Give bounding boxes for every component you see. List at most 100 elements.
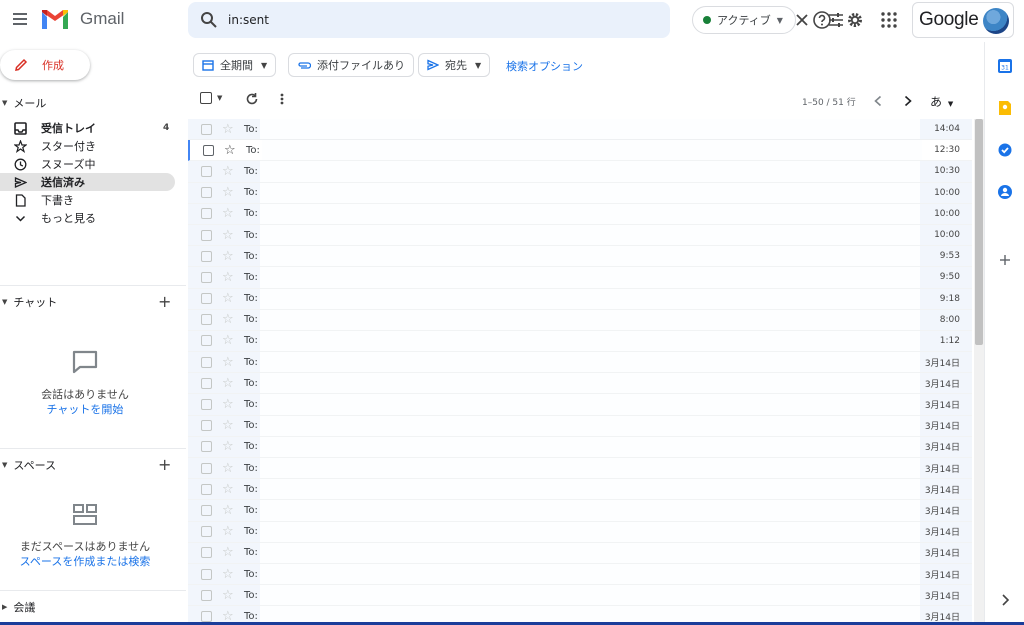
table-row[interactable]: ☆ To: 3月14日 xyxy=(188,373,972,395)
table-row[interactable]: ☆ To: 3月14日 xyxy=(188,521,972,543)
star-icon[interactable]: ☆ xyxy=(222,250,234,263)
settings-gear-icon[interactable] xyxy=(845,10,865,30)
advanced-search-link[interactable]: 検索オプション xyxy=(506,58,583,74)
star-icon[interactable]: ☆ xyxy=(222,313,234,326)
row-checkbox[interactable] xyxy=(201,526,212,538)
input-tools-selector[interactable]: あ ▼ xyxy=(930,93,953,110)
row-checkbox[interactable] xyxy=(201,314,212,326)
star-icon[interactable]: ☆ xyxy=(222,610,234,623)
table-row[interactable]: ☆ To: 3月14日 xyxy=(188,585,972,607)
row-checkbox[interactable] xyxy=(201,547,212,559)
row-checkbox[interactable] xyxy=(201,483,212,495)
add-space-icon[interactable]: + xyxy=(158,455,171,474)
table-row[interactable]: ☆ To: 3月14日 xyxy=(188,415,972,437)
star-icon[interactable]: ☆ xyxy=(222,271,234,284)
table-row[interactable]: ☆ To: 8:00 xyxy=(188,309,972,331)
star-icon[interactable]: ☆ xyxy=(224,144,236,157)
row-checkbox[interactable] xyxy=(201,293,212,305)
clear-search-icon[interactable] xyxy=(794,12,810,28)
table-row[interactable]: ☆ To: 3月14日 xyxy=(188,542,972,564)
star-icon[interactable]: ☆ xyxy=(222,462,234,475)
star-icon[interactable]: ☆ xyxy=(222,589,234,602)
recipient-filter-chip[interactable]: 宛先 ▼ xyxy=(418,53,491,77)
row-checkbox[interactable] xyxy=(201,335,212,347)
select-all-checkbox[interactable] xyxy=(200,92,212,104)
row-checkbox[interactable] xyxy=(201,165,212,177)
table-row[interactable]: ☆ To: 3月14日 xyxy=(188,563,972,586)
star-icon[interactable]: ☆ xyxy=(222,123,234,136)
star-icon[interactable]: ☆ xyxy=(222,440,234,453)
expand-panel-icon[interactable] xyxy=(997,592,1013,608)
search-bar[interactable] xyxy=(188,2,843,38)
attachment-filter-chip[interactable]: 添付ファイルあり xyxy=(288,53,414,77)
row-checkbox[interactable] xyxy=(201,420,212,432)
compose-button[interactable]: 作成 xyxy=(0,50,90,80)
scrollbar-thumb[interactable] xyxy=(975,119,983,345)
meet-section-header[interactable]: ▶ 会議 xyxy=(0,599,35,615)
table-row[interactable]: ☆ To: 12:30 xyxy=(188,140,972,162)
row-checkbox[interactable] xyxy=(201,187,212,199)
star-icon[interactable]: ☆ xyxy=(222,483,234,496)
star-icon[interactable]: ☆ xyxy=(222,165,234,178)
row-checkbox[interactable] xyxy=(201,208,212,220)
star-icon[interactable]: ☆ xyxy=(222,292,234,305)
sidebar-item-sent[interactable]: 送信済み xyxy=(0,173,175,191)
row-checkbox[interactable] xyxy=(201,377,212,389)
row-checkbox[interactable] xyxy=(201,441,212,453)
select-all-dropdown[interactable]: ▼ xyxy=(200,92,222,104)
star-icon[interactable]: ☆ xyxy=(222,504,234,517)
table-row[interactable]: ☆ To: 3月14日 xyxy=(188,394,972,416)
star-icon[interactable]: ☆ xyxy=(222,186,234,199)
row-checkbox[interactable] xyxy=(201,229,212,241)
spaces-section-header[interactable]: ▼ スペース + xyxy=(0,455,186,474)
star-icon[interactable]: ☆ xyxy=(222,568,234,581)
star-icon[interactable]: ☆ xyxy=(222,419,234,432)
star-icon[interactable]: ☆ xyxy=(222,356,234,369)
star-icon[interactable]: ☆ xyxy=(222,525,234,538)
star-icon[interactable]: ☆ xyxy=(222,229,234,242)
create-space-link[interactable]: スペースを作成または検索 xyxy=(0,554,170,569)
add-chat-icon[interactable]: + xyxy=(158,292,171,311)
row-checkbox[interactable] xyxy=(201,462,212,474)
chevron-left-icon[interactable] xyxy=(873,95,883,107)
sidebar-item-snoozed[interactable]: スヌーズ中 xyxy=(0,155,175,173)
table-row[interactable]: ☆ To: 9:53 xyxy=(188,246,972,268)
date-filter-chip[interactable]: 全期間 ▼ xyxy=(193,53,277,77)
more-vertical-icon[interactable] xyxy=(276,92,288,106)
row-checkbox[interactable] xyxy=(201,568,212,580)
chat-section-header[interactable]: ▼ チャット + xyxy=(0,292,186,311)
table-row[interactable]: ☆ To: 9:50 xyxy=(188,267,972,289)
chevron-right-icon[interactable] xyxy=(903,95,913,107)
gmail-logo[interactable]: Gmail xyxy=(40,8,124,30)
sidebar-item-more[interactable]: もっと見る xyxy=(0,209,175,227)
table-row[interactable]: ☆ To: 10:00 xyxy=(188,224,972,247)
table-row[interactable]: ☆ To: 3月14日 xyxy=(188,479,972,501)
star-icon[interactable]: ☆ xyxy=(222,207,234,220)
main-menu-icon[interactable] xyxy=(10,10,30,30)
star-icon[interactable]: ☆ xyxy=(222,398,234,411)
row-checkbox[interactable] xyxy=(201,504,212,516)
star-icon[interactable]: ☆ xyxy=(222,377,234,390)
star-icon[interactable]: ☆ xyxy=(222,546,234,559)
help-icon[interactable] xyxy=(812,10,832,30)
sidebar-item-drafts[interactable]: 下書き xyxy=(0,191,175,209)
apps-grid-icon[interactable] xyxy=(879,10,899,30)
google-account-button[interactable]: Google xyxy=(912,2,1014,38)
star-icon[interactable]: ☆ xyxy=(222,334,234,347)
row-checkbox[interactable] xyxy=(201,123,212,135)
row-checkbox[interactable] xyxy=(201,399,212,411)
row-checkbox[interactable] xyxy=(201,610,212,622)
table-row[interactable]: ☆ To: 1:12 xyxy=(188,330,972,353)
row-checkbox[interactable] xyxy=(203,144,214,156)
row-checkbox[interactable] xyxy=(201,271,212,283)
sidebar-item-inbox[interactable]: 受信トレイ 4 xyxy=(0,119,175,137)
table-row[interactable]: ☆ To: 3月14日 xyxy=(188,500,972,522)
tasks-app-icon[interactable] xyxy=(997,142,1013,158)
status-selector[interactable]: アクティブ ▼ xyxy=(692,6,796,34)
table-row[interactable]: ☆ To: 10:00 xyxy=(188,182,972,204)
search-icon[interactable] xyxy=(200,11,218,29)
row-checkbox[interactable] xyxy=(201,356,212,368)
keep-app-icon[interactable] xyxy=(997,100,1013,116)
mail-section-header[interactable]: ▼ メール xyxy=(0,95,46,111)
table-row[interactable]: ☆ To: 14:04 xyxy=(188,119,972,141)
